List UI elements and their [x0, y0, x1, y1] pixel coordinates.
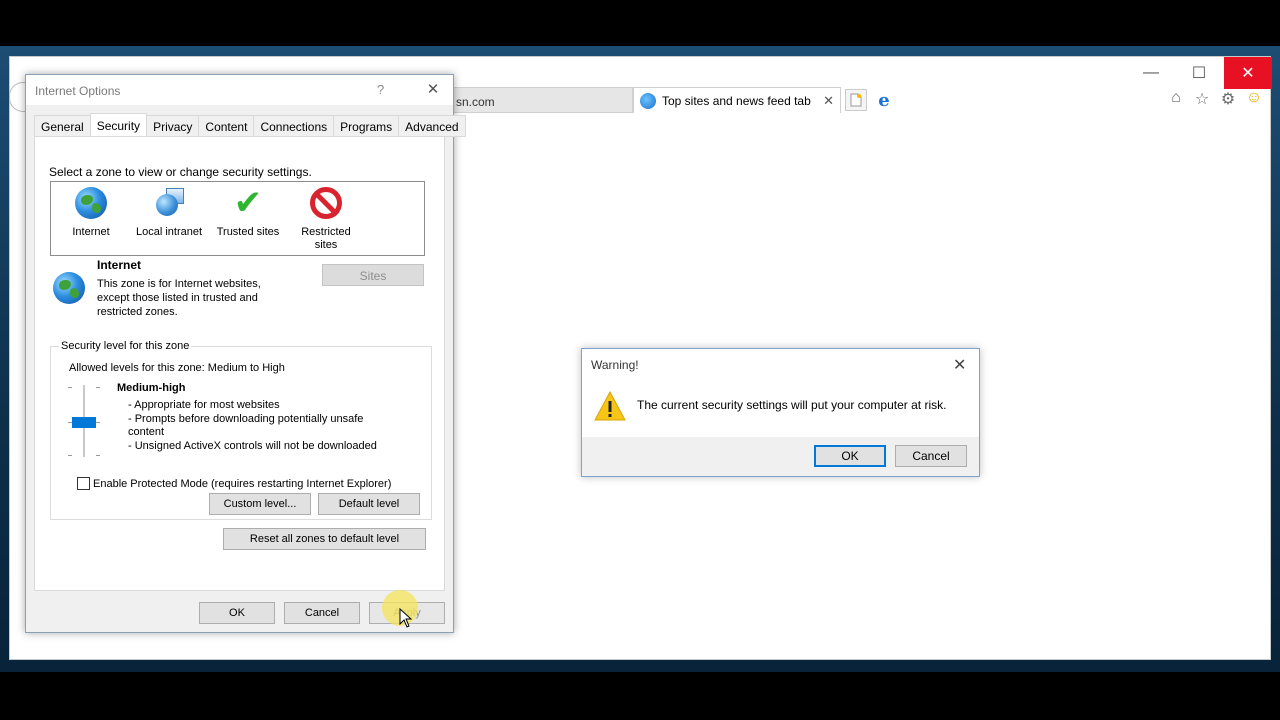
minimize-button[interactable]: —	[1128, 57, 1174, 89]
security-level-description: - Appropriate for most websites - Prompt…	[128, 399, 388, 453]
zone-prompt: Select a zone to view or change security…	[49, 165, 312, 179]
level-line: - Unsigned ActiveX controls will not be …	[128, 439, 377, 452]
tab-content[interactable]: Content	[198, 115, 255, 137]
reset-all-zones-button[interactable]: Reset all zones to default level	[223, 528, 426, 550]
default-level-button[interactable]: Default level	[318, 493, 420, 515]
zone-list: Internet Local intranet ✔ Trusted sites …	[50, 181, 425, 256]
custom-level-button[interactable]: Custom level...	[209, 493, 311, 515]
dialog-title: Internet Options	[35, 84, 121, 98]
warning-body: Warning! ✕ The current security settings…	[582, 349, 979, 437]
favorites-star-icon[interactable]: ☆	[1192, 89, 1212, 109]
allowed-levels-text: Allowed levels for this zone: Medium to …	[69, 362, 285, 374]
globe-icon	[75, 187, 107, 219]
zone-local-intranet-label: Local intranet	[135, 226, 203, 238]
no-entry-icon	[310, 187, 342, 219]
mouse-cursor-icon	[399, 608, 413, 628]
dialog-close-button[interactable]: ✕	[422, 80, 444, 100]
protected-mode-checkbox[interactable]	[77, 477, 90, 490]
slider-tick	[96, 422, 100, 423]
warning-ok-button[interactable]: OK	[814, 445, 886, 467]
warning-title: Warning!	[591, 358, 639, 372]
warning-message: The current security settings will put y…	[637, 398, 947, 412]
security-panel: Select a zone to view or change security…	[34, 136, 445, 591]
close-window-button[interactable]: ✕	[1224, 57, 1272, 89]
ok-button[interactable]: OK	[199, 602, 275, 624]
zone-info-globe-icon	[53, 272, 85, 304]
warning-dialog: Warning! ✕ The current security settings…	[581, 348, 980, 477]
smiley-feedback-icon[interactable]: ☺	[1244, 89, 1264, 109]
browser-tab-active[interactable]: Top sites and news feed tab ✕	[633, 87, 841, 113]
help-button[interactable]: ?	[377, 82, 384, 97]
options-tabs: General Security Privacy Content Connect…	[34, 113, 466, 137]
tab-security[interactable]: Security	[89, 113, 148, 137]
level-line: - Prompts before downloading potentially…	[128, 412, 364, 439]
browser-tab-active-label: Top sites and news feed tab	[662, 93, 811, 108]
warning-close-button[interactable]: ✕	[953, 355, 966, 375]
maximize-button[interactable]: ☐	[1176, 57, 1222, 89]
slider-tick	[68, 387, 72, 388]
browser-tab-inactive[interactable]: sn.com	[445, 87, 633, 113]
dialog-titlebar: Internet Options ? ✕	[26, 75, 453, 105]
zone-internet[interactable]: Internet	[51, 186, 131, 239]
internet-options-dialog: Internet Options ? ✕ General Security Pr…	[25, 74, 466, 633]
security-level-group: Security level for this zone Allowed lev…	[50, 340, 432, 520]
edge-icon[interactable]: e	[872, 89, 896, 111]
local-intranet-icon	[154, 188, 184, 218]
browser-toolbar: ⌂ ☆ ⚙ ☺	[1166, 89, 1264, 109]
protected-mode-row[interactable]: Enable Protected Mode (requires restarti…	[77, 477, 391, 490]
warning-cancel-button[interactable]: Cancel	[895, 445, 967, 467]
cancel-button[interactable]: Cancel	[284, 602, 360, 624]
slider-tick	[68, 455, 72, 456]
level-line: - Appropriate for most websites	[128, 399, 280, 411]
slider-tick	[96, 455, 100, 456]
tab-connections[interactable]: Connections	[253, 115, 335, 137]
security-level-legend: Security level for this zone	[59, 340, 192, 352]
browser-tab-inactive-label: sn.com	[456, 95, 495, 109]
desktop-top-band	[0, 0, 1280, 46]
zone-restricted-sites[interactable]: Restricted sites	[286, 186, 366, 252]
tab-programs[interactable]: Programs	[333, 115, 400, 137]
protected-mode-label: Enable Protected Mode (requires restarti…	[93, 477, 392, 490]
screen: — ☐ ✕ sn.com Top sites and news feed tab…	[0, 0, 1280, 720]
zone-internet-label: Internet	[72, 226, 110, 238]
tab-close-icon[interactable]: ✕	[823, 93, 834, 109]
new-tab-icon	[850, 93, 862, 107]
tab-privacy[interactable]: Privacy	[146, 115, 200, 137]
settings-gear-icon[interactable]: ⚙	[1218, 89, 1238, 109]
zone-restricted-sites-label: Restricted sites	[301, 226, 351, 251]
warning-icon	[594, 391, 626, 421]
sites-button[interactable]: Sites	[322, 264, 424, 286]
desktop-bottom-band	[0, 672, 1280, 720]
zone-info-description: This zone is for Internet websites, exce…	[97, 278, 261, 318]
zone-info-title: Internet	[97, 258, 142, 272]
zone-trusted-sites[interactable]: ✔ Trusted sites	[208, 186, 288, 239]
zone-trusted-sites-label: Trusted sites	[216, 226, 280, 238]
zone-local-intranet[interactable]: Local intranet	[129, 186, 209, 239]
tab-general[interactable]: General	[34, 115, 91, 137]
home-icon[interactable]: ⌂	[1166, 89, 1186, 109]
security-slider-thumb[interactable]	[72, 417, 96, 428]
tab-advanced[interactable]: Advanced	[398, 115, 466, 137]
checkmark-icon: ✔	[233, 184, 263, 222]
security-level-name: Medium-high	[117, 382, 186, 394]
ie-page-icon	[640, 92, 656, 109]
new-tab-button[interactable]	[845, 89, 867, 111]
slider-tick	[96, 387, 100, 388]
